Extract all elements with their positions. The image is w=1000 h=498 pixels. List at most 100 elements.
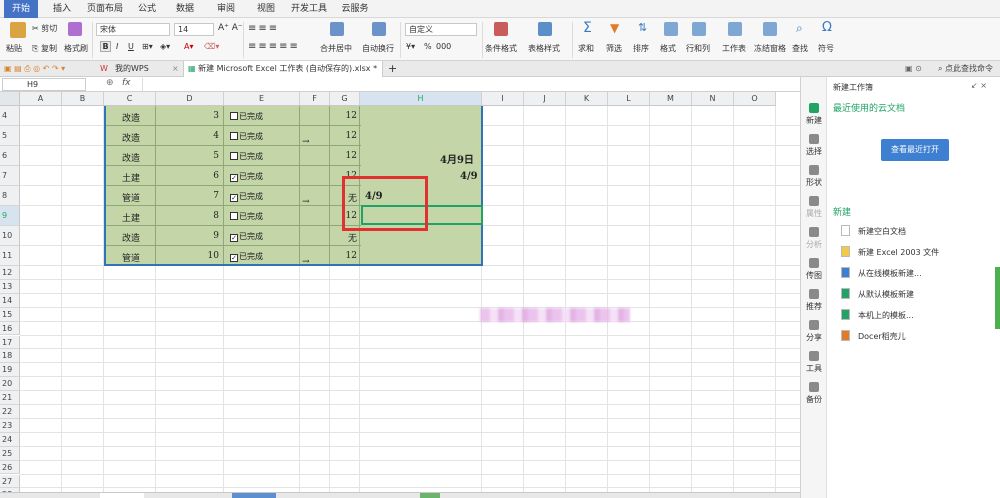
column-header-f[interactable]: F [300, 92, 330, 106]
checkbox-cell[interactable]: 已完成 [230, 151, 263, 162]
symbol-icon[interactable]: Ω [822, 20, 832, 35]
formula-input[interactable] [142, 78, 792, 91]
row-header-22[interactable]: 22 [0, 405, 20, 419]
menu-tab-insert[interactable]: 插入 [46, 0, 78, 18]
row-header-5[interactable]: 5 [0, 126, 20, 146]
fx-button[interactable]: fx [122, 78, 131, 88]
underline-button[interactable]: U [128, 42, 134, 51]
cell-h7[interactable]: 4/9 [460, 171, 478, 182]
cell-number[interactable]: 9 [156, 231, 219, 241]
freeze-button[interactable]: 冻结窗格 [754, 43, 786, 54]
column-header-j[interactable]: J [524, 92, 566, 106]
side-button-1[interactable]: 选择 [801, 134, 827, 157]
zoom-icon[interactable]: ⊕ [106, 78, 114, 88]
checkbox-cell[interactable]: ✓ 已完成 [230, 191, 263, 202]
name-box[interactable]: H9 [2, 78, 86, 91]
checkbox-empty-icon[interactable] [230, 152, 238, 160]
close-icon[interactable]: × [172, 61, 179, 77]
row-header-10[interactable]: 10 [0, 226, 20, 246]
cut-button[interactable]: ✂ 剪切 [32, 23, 57, 34]
row-header-20[interactable]: 20 [0, 377, 20, 392]
format-painter-button[interactable]: 格式刷 [64, 43, 88, 54]
row-header-19[interactable]: 19 [0, 363, 20, 378]
cell-type[interactable]: 土建 [122, 171, 140, 184]
checkbox-checked-icon[interactable]: ✓ [230, 194, 238, 202]
side-button-5[interactable]: 传图 [801, 258, 827, 281]
cell-type[interactable]: 管道 [122, 191, 140, 204]
row-header-18[interactable]: 18 [0, 349, 20, 364]
percent-button[interactable]: % [424, 42, 432, 51]
vertical-align-icons[interactable]: ≡≡≡ [248, 23, 279, 34]
row-header-23[interactable]: 23 [0, 418, 20, 433]
fill-color-icon[interactable]: ◈▾ [160, 42, 170, 51]
conditional-format-icon[interactable] [494, 22, 508, 36]
new-option-item[interactable]: 从在线模板新建... [841, 267, 922, 279]
pane-controls-icon[interactable]: ↙ × [971, 81, 987, 90]
font-size-select[interactable]: 14 [174, 23, 214, 36]
spreadsheet-grid[interactable]: ABCDEFGHIJKLMNO 4 5 6 7 8 9 10 11 12 13 14 15 16 17 18… [0, 92, 800, 492]
currency-icon[interactable]: ¥▾ [406, 42, 415, 51]
row-header-13[interactable]: 13 [0, 279, 20, 294]
column-header-h[interactable]: H [360, 92, 482, 106]
column-header-l[interactable]: L [608, 92, 650, 106]
wrap-text-button[interactable]: 自动换行 [362, 43, 394, 54]
cell-number[interactable]: 4 [156, 131, 219, 141]
row-header-21[interactable]: 21 [0, 391, 20, 405]
row-header-4[interactable]: 4 [0, 106, 20, 126]
side-button-4[interactable]: 分析 [801, 227, 827, 250]
format-painter-icon[interactable] [68, 22, 82, 36]
conditional-format-button[interactable]: 条件格式 [485, 43, 517, 54]
column-header-e[interactable]: E [224, 92, 300, 106]
merge-center-button[interactable]: 合并居中 [320, 43, 352, 54]
menu-tab-developer[interactable]: 开发工具 [288, 0, 330, 18]
column-header-k[interactable]: K [566, 92, 608, 106]
new-option-item[interactable]: 从默认模板新建 [841, 288, 914, 300]
cell-number[interactable]: 8 [156, 211, 219, 221]
find-icon[interactable]: ⌕ [796, 21, 803, 36]
tab-active-file[interactable]: ▦ 新建 Microsoft Excel 工作表 (自动保存的).xlsx * [183, 61, 383, 77]
cell-type[interactable]: 改造 [122, 151, 140, 164]
format-icon[interactable] [664, 22, 678, 36]
rows-cols-button[interactable]: 行和列 [686, 43, 710, 54]
row-header-27[interactable]: 27 [0, 474, 20, 489]
cell-number[interactable]: 10 [156, 251, 219, 261]
font-grow-icon[interactable]: A⁺ A⁻ [218, 23, 243, 33]
checkbox-cell[interactable]: ✓ 已完成 [230, 171, 263, 182]
cell-number[interactable]: 5 [156, 151, 219, 161]
checkbox-checked-icon[interactable]: ✓ [230, 254, 238, 262]
freeze-icon[interactable] [763, 22, 777, 36]
checkbox-checked-icon[interactable]: ✓ [230, 234, 238, 242]
checkbox-empty-icon[interactable] [230, 212, 238, 220]
column-header-n[interactable]: N [692, 92, 734, 106]
row-header-7[interactable]: 7 [0, 166, 20, 186]
worksheet-icon[interactable] [728, 22, 742, 36]
worksheet-button[interactable]: 工作表 [722, 43, 746, 54]
menu-tab-data[interactable]: 数据 [170, 0, 200, 18]
row-header-17[interactable]: 17 [0, 335, 20, 350]
border-icon[interactable]: ⊞▾ [142, 42, 153, 51]
menu-tab-home[interactable]: 开始 [4, 0, 38, 18]
row-header-15[interactable]: 15 [0, 307, 20, 322]
open-recent-button[interactable]: 查看最近打开 [881, 139, 949, 161]
pane-scroll-tab[interactable] [995, 267, 1000, 329]
row-header-24[interactable]: 24 [0, 432, 20, 447]
select-all-corner[interactable] [0, 92, 20, 106]
filter-button[interactable]: 筛选 [606, 43, 622, 54]
row-header-16[interactable]: 16 [0, 321, 20, 336]
column-header-b[interactable]: B [62, 92, 104, 106]
column-header-g[interactable]: G [330, 92, 360, 106]
quick-access-icons[interactable]: ▣ ▤ ⎙ ◎ ↶ ↷ ▾ [4, 61, 65, 77]
find-button[interactable]: 查找 [792, 43, 808, 54]
bold-button[interactable]: B [100, 41, 111, 52]
cell-h6[interactable]: 4月9日 [440, 151, 474, 166]
checkbox-cell[interactable]: ✓ 已完成 [230, 251, 263, 262]
new-option-item[interactable]: Docer稻壳儿 [841, 330, 906, 342]
sheet-tab-active[interactable] [100, 493, 144, 498]
symbol-button[interactable]: 符号 [818, 43, 834, 54]
new-tab-button[interactable]: + [388, 61, 397, 77]
paste-icon[interactable] [10, 22, 26, 38]
row-header-6[interactable]: 6 [0, 146, 20, 166]
paste-button[interactable]: 粘贴 [6, 43, 22, 54]
checkbox-cell[interactable]: 已完成 [230, 131, 263, 142]
row-header-14[interactable]: 14 [0, 293, 20, 308]
